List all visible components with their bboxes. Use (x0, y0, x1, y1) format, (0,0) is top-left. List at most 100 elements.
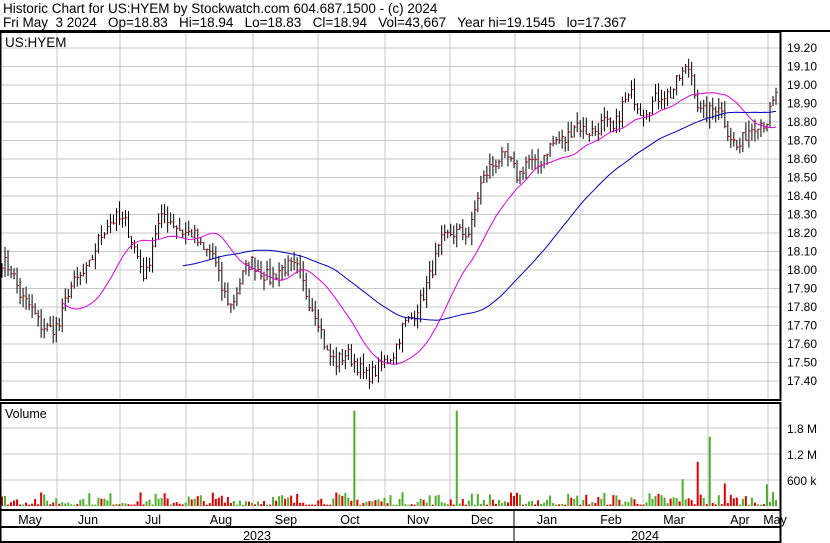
volume-bar (491, 499, 494, 506)
month-label: May (763, 513, 787, 527)
volume-bar (290, 495, 293, 506)
volume-bar (260, 504, 263, 506)
volume-bar (166, 498, 169, 506)
volume-bar (103, 498, 106, 506)
volume-bar (320, 498, 323, 506)
volume-bar (624, 501, 627, 506)
volume-tick-label: 1.8 M (787, 422, 817, 436)
volume-bar (606, 504, 609, 506)
volume-bar (296, 494, 299, 506)
volume-bar (58, 503, 61, 506)
volume-bar (558, 504, 561, 506)
volume-bar (383, 497, 386, 506)
volume-bar (401, 492, 404, 506)
volume-bar (115, 503, 118, 506)
volume-panel-frame (0, 402, 782, 511)
price-tick-label: 19.10 (787, 60, 817, 74)
volume-bar (771, 492, 774, 506)
volume-bar (744, 496, 747, 506)
volume-bar (482, 499, 485, 506)
volume-bar (392, 504, 395, 506)
moving-average-line (61, 92, 777, 365)
month-label: Jul (145, 513, 161, 527)
volume-bar (293, 502, 296, 506)
price-tick-label: 18.50 (787, 171, 817, 185)
price-tick-label: 18.60 (787, 152, 817, 166)
volume-bar (741, 498, 744, 506)
volume-bar (537, 500, 540, 506)
volume-bar (127, 504, 130, 506)
volume-bar (266, 504, 269, 506)
price-tick-label: 18.80 (787, 115, 817, 129)
volume-bar (512, 495, 515, 506)
volume-bar (196, 496, 199, 506)
volume-bar (509, 492, 512, 506)
volume-bar (187, 496, 190, 506)
volume-bar (341, 495, 344, 506)
volume-bar (10, 502, 13, 506)
volume-bar (723, 483, 726, 506)
volume-bar (603, 492, 606, 506)
volume-bar (419, 498, 422, 506)
volume-bar (353, 410, 356, 506)
volume-bar (374, 500, 377, 506)
price-tick-label: 17.90 (787, 282, 817, 296)
volume-bar (711, 502, 714, 506)
price-tick-label: 17.70 (787, 319, 817, 333)
volume-bar (323, 504, 326, 506)
volume-bar (395, 504, 398, 506)
volume-bar (389, 495, 392, 506)
volume-bar (250, 502, 253, 506)
volume-bar (308, 504, 311, 506)
volume-bar (386, 503, 389, 506)
volume-bar (519, 494, 522, 506)
volume-bar (591, 502, 594, 506)
volume-bar (238, 500, 241, 506)
volume-bar (762, 504, 765, 506)
price-volume-chart: 17.40 17.50 17.60 17.70 17.80 17.90 18.00 18.10… (0, 30, 830, 543)
volume-bar (585, 494, 588, 506)
month-label: May (18, 513, 42, 527)
price-tick-label: 18.90 (787, 97, 817, 111)
volume-bar (163, 493, 166, 506)
volume-bar (738, 504, 741, 506)
volume-bar (181, 504, 184, 506)
volume-bar (455, 410, 458, 506)
volume-bar (94, 504, 97, 506)
volume-bar (497, 499, 500, 506)
volume-bar (522, 504, 525, 506)
volume-bar (681, 479, 684, 506)
volume-bar (287, 497, 290, 506)
month-label: Sep (275, 513, 297, 527)
volume-bar (184, 502, 187, 506)
volume-bar (178, 503, 181, 506)
month-label: Oct (340, 513, 360, 527)
volume-bar (549, 495, 552, 506)
volume-bar (121, 502, 124, 506)
volume-bar (359, 504, 362, 506)
month-label: Aug (210, 513, 232, 527)
volume-bar (690, 500, 693, 506)
volume-bar (485, 504, 488, 506)
year-label: 2023 (243, 529, 271, 543)
volume-bar (314, 504, 317, 506)
volume-bar (368, 501, 371, 506)
volume-bar (356, 499, 359, 506)
volume-bar (299, 502, 302, 506)
volume-bar (139, 492, 142, 506)
volume-bar (775, 500, 777, 506)
volume-bar (7, 504, 10, 506)
volume-bar (750, 497, 753, 506)
volume-bar (705, 504, 708, 506)
volume-bar (437, 494, 440, 506)
volume-bar (91, 504, 94, 506)
volume-bar (488, 494, 491, 506)
volume-bar (377, 499, 380, 506)
volume-bar (615, 495, 618, 506)
volume-bar (100, 498, 103, 506)
volume-bar (630, 497, 633, 506)
price-tick-label: 18.30 (787, 208, 817, 222)
volume-bar (269, 504, 272, 506)
price-tick-label: 18.20 (787, 226, 817, 240)
volume-bar (494, 503, 497, 506)
